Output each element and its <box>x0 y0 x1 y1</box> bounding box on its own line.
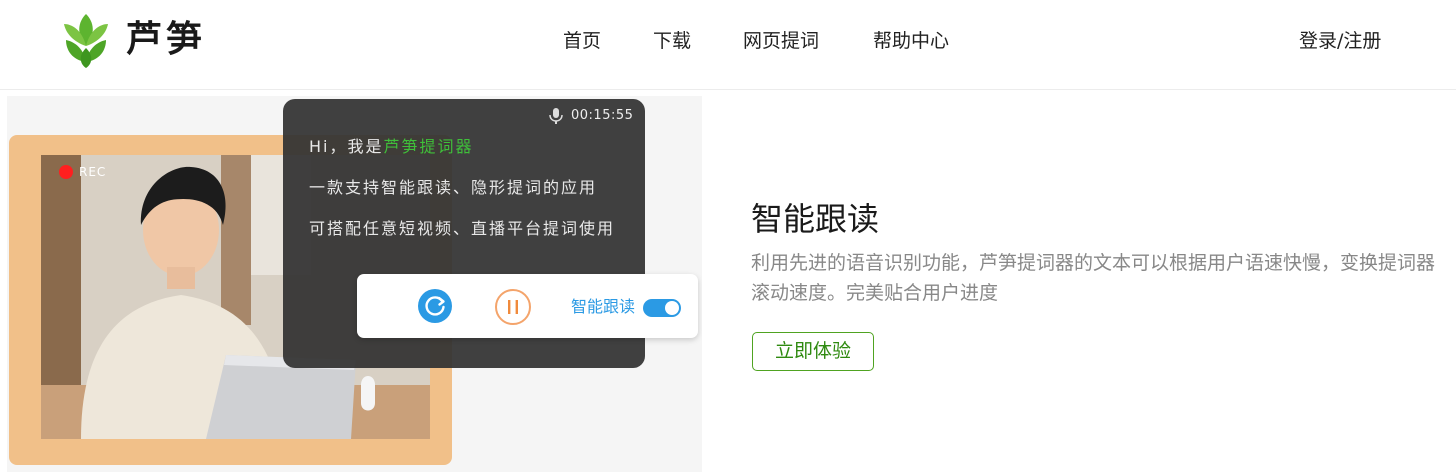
recording-indicator-icon <box>59 165 73 179</box>
pause-button[interactable] <box>495 289 531 325</box>
nav-item-home[interactable]: 首页 <box>563 28 601 54</box>
feature-title: 智能跟读 <box>751 200 880 238</box>
try-now-button[interactable]: 立即体验 <box>752 332 874 371</box>
refresh-icon <box>425 296 445 316</box>
nav-item-web-prompter[interactable]: 网页提词 <box>743 28 819 54</box>
hero-illustration: REC 00:15:55 Hi，我是芦笋提词器 一款支持智能跟读、隐形提词的应用… <box>7 96 702 472</box>
pause-icon <box>508 300 518 314</box>
leaf-logo-icon <box>64 14 108 68</box>
feature-description: 利用先进的语音识别功能，芦笋提词器的文本可以根据用户语速快慢，变换提词器滚动速度… <box>751 252 1436 304</box>
toggle-knob <box>665 301 679 315</box>
top-header: 芦笋 首页 下载 网页提词 帮助中心 登录/注册 <box>0 0 1456 90</box>
script-line-3: 可搭配任意短视频、直播平台提词使用 <box>309 219 616 238</box>
nav-item-help-center[interactable]: 帮助中心 <box>873 28 949 54</box>
brand-logo[interactable]: 芦笋 <box>62 12 222 70</box>
smart-follow-toggle[interactable] <box>643 299 681 317</box>
brand-name: 芦笋 <box>126 19 207 60</box>
prompter-control-bar: 智能跟读 <box>357 274 698 338</box>
microphone-icon <box>549 108 563 124</box>
login-register-link[interactable]: 登录/注册 <box>1299 28 1381 54</box>
script-line-1: Hi，我是芦笋提词器 <box>309 136 474 158</box>
script-line-2: 一款支持智能跟读、隐形提词的应用 <box>309 178 598 197</box>
recording-timer: 00:15:55 <box>571 108 634 123</box>
script-line-1-prefix: Hi，我是 <box>309 137 384 156</box>
rec-label: REC <box>79 165 107 179</box>
script-line-1-brand: 芦笋提词器 <box>383 137 474 156</box>
refresh-button[interactable] <box>418 289 452 323</box>
smart-follow-label: 智能跟读 <box>571 297 636 316</box>
nav-item-download[interactable]: 下载 <box>653 28 691 54</box>
